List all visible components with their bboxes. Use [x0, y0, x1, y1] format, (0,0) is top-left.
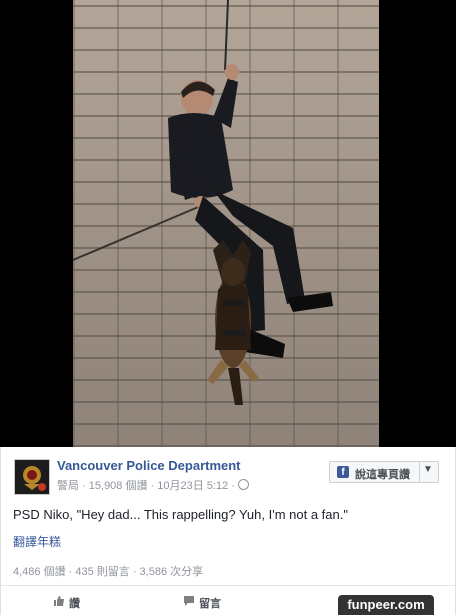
photo-illustration	[73, 0, 333, 405]
like-button[interactable]: 讚	[53, 595, 80, 611]
watermark: funpeer.com	[338, 595, 434, 615]
button-divider	[419, 462, 420, 482]
translate-link[interactable]: 翻譯年糕	[13, 533, 61, 550]
page-avatar[interactable]	[14, 459, 50, 495]
comment-label: 留言	[199, 598, 221, 610]
facebook-post: Vancouver Police Department 警局 · 15,908 …	[0, 447, 456, 615]
photo-frame	[0, 0, 456, 447]
comment-button[interactable]: 留言	[183, 595, 221, 611]
facebook-icon: f	[337, 466, 349, 478]
like-label: 讚	[69, 598, 80, 610]
page-name-link[interactable]: Vancouver Police Department	[57, 458, 241, 473]
post-text: PSD Niko, "Hey dad... This rappelling? Y…	[13, 507, 348, 522]
post-photo[interactable]	[73, 0, 379, 447]
police-crest-icon	[15, 460, 49, 494]
post-meta-text: 警局 · 15,908 個讚 · 10月23日 5:12 ·	[57, 480, 238, 492]
comment-icon	[183, 595, 195, 610]
post-stats[interactable]: 4,486 個讚 · 435 則留言 · 3,586 次分享	[13, 563, 203, 579]
action-divider	[1, 585, 455, 586]
like-page-label: 說這專頁讚	[355, 469, 410, 481]
thumbs-up-icon	[53, 595, 65, 610]
globe-icon[interactable]	[237, 479, 249, 490]
like-page-button[interactable]: f 說這專頁讚 ▼	[329, 461, 439, 483]
chevron-down-icon[interactable]: ▼	[423, 464, 433, 475]
post-meta: 警局 · 15,908 個讚 · 10月23日 5:12 ·	[57, 477, 249, 493]
